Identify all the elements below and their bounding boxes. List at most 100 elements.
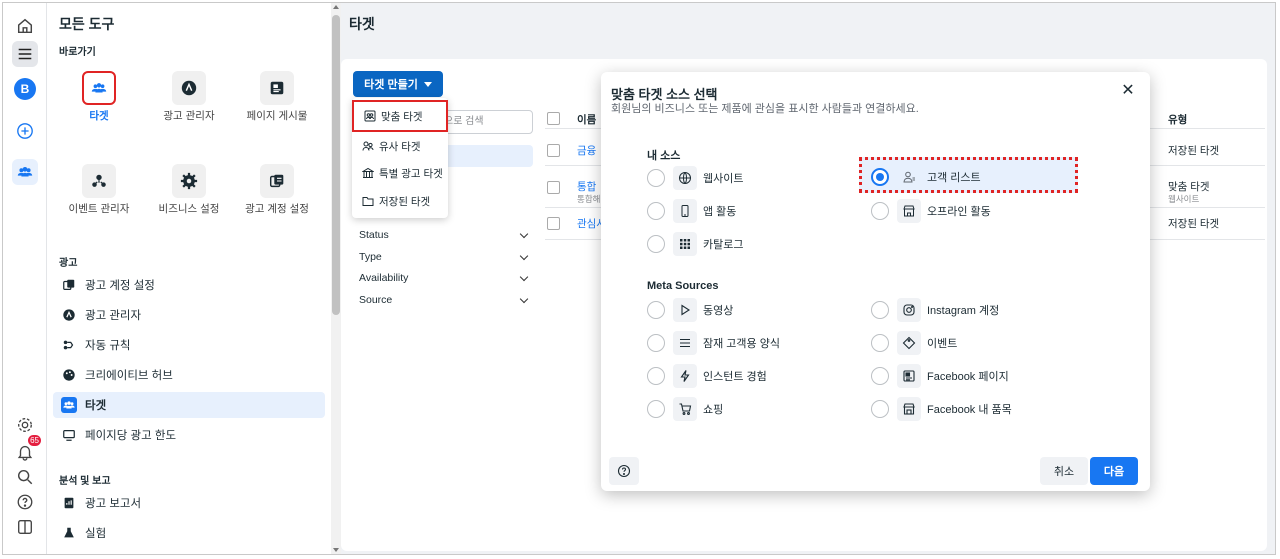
custom-audience-source-dialog: 맞춤 타겟 소스 선택 회원님의 비즈니스 또는 제품에 관심을 표시한 사람들… xyxy=(601,72,1150,491)
radio-button[interactable] xyxy=(871,334,889,352)
radio-button[interactable] xyxy=(871,202,889,220)
automated-rules-icon xyxy=(61,337,77,353)
source-option-facebook-page[interactable]: Facebook 페이지 xyxy=(871,362,1009,390)
search-icon[interactable] xyxy=(12,464,38,490)
table-row-type-sub: 웹사이트 xyxy=(1168,194,1200,204)
menu-item-lookalike-audience[interactable]: 유사 타겟 xyxy=(352,134,448,158)
nav-experiments[interactable]: 실험 xyxy=(53,520,325,546)
shortcut-page-posts[interactable]: 페이지 게시물 xyxy=(237,71,317,123)
source-option-instant-experience[interactable]: 인스턴트 경험 xyxy=(647,362,767,390)
shortcut-events-manager[interactable]: 이벤트 관리자 xyxy=(59,164,139,216)
ads-manager-icon xyxy=(172,71,206,105)
source-option-website[interactable]: 웹사이트 xyxy=(647,164,743,192)
source-option-shopping[interactable]: 쇼핑 xyxy=(647,395,723,423)
radio-button[interactable] xyxy=(871,400,889,418)
radio-button[interactable] xyxy=(647,334,665,352)
create-audience-button[interactable]: 타겟 만들기 xyxy=(353,71,443,97)
filter-status[interactable]: Status xyxy=(359,229,529,241)
row-checkbox[interactable] xyxy=(547,181,560,194)
row-checkbox[interactable] xyxy=(547,144,560,157)
source-option-marketplace-listings[interactable]: Facebook 내 품목 xyxy=(871,395,1012,423)
home-icon[interactable] xyxy=(12,13,38,39)
nav-automated-rules[interactable]: 자동 규칙 xyxy=(53,332,325,358)
scroll-thumb[interactable] xyxy=(332,15,340,315)
radio-button-selected[interactable] xyxy=(871,168,889,186)
source-option-customer-list[interactable]: 고객 리스트 xyxy=(871,163,981,191)
filter-type[interactable]: Type xyxy=(359,251,529,263)
select-all-checkbox[interactable] xyxy=(547,112,560,125)
source-option-events[interactable]: 이벤트 xyxy=(871,329,957,357)
radio-button[interactable] xyxy=(647,301,665,319)
catalog-icon xyxy=(673,232,697,256)
left-rail: B 65 xyxy=(3,3,47,554)
scroll-up-icon[interactable] xyxy=(333,5,339,9)
help-icon[interactable] xyxy=(12,489,38,515)
chevron-down-icon xyxy=(519,272,529,281)
chevron-down-icon xyxy=(519,294,529,303)
notifications-icon[interactable]: 65 xyxy=(12,435,41,465)
table-row-name[interactable]: 금융 xyxy=(577,143,596,158)
radio-button[interactable] xyxy=(871,301,889,319)
column-type-header: 유형 xyxy=(1168,114,1188,126)
shortcut-audience[interactable]: 타겟 xyxy=(59,71,139,123)
scroll-down-icon[interactable] xyxy=(333,548,339,552)
lightning-icon xyxy=(673,364,697,388)
nav-ad-limits-per-page[interactable]: 페이지당 광고 한도 xyxy=(53,422,325,448)
radio-button[interactable] xyxy=(647,235,665,253)
nav-audiences[interactable]: 타겟 xyxy=(53,392,325,418)
create-icon[interactable] xyxy=(12,118,38,144)
source-option-app-activity[interactable]: 앱 활동 xyxy=(647,197,736,225)
caret-down-icon xyxy=(423,81,432,87)
nav-ads-reporting[interactable]: 광고 보고서 xyxy=(53,490,325,516)
shortcut-ads-manager[interactable]: 광고 관리자 xyxy=(149,71,229,123)
shortcut-business-settings[interactable]: 비즈니스 설정 xyxy=(149,164,229,216)
radio-button[interactable] xyxy=(647,367,665,385)
cancel-button[interactable]: 취소 xyxy=(1040,457,1088,485)
all-tools-panel: 모든 도구 바로가기 타겟 광고 관리자 페이지 게시물 이벤트 관리자 비즈니… xyxy=(47,3,341,554)
table-row-type: 저장된 타겟 xyxy=(1168,218,1220,230)
facebook-page-icon xyxy=(897,364,921,388)
filter-availability[interactable]: Availability xyxy=(359,272,529,284)
source-option-offline-activity[interactable]: 오프라인 활동 xyxy=(871,197,991,225)
panel-scrollbar[interactable] xyxy=(331,3,341,554)
radio-button[interactable] xyxy=(647,169,665,187)
chevron-down-icon xyxy=(519,251,529,260)
radio-button[interactable] xyxy=(647,202,665,220)
nav-ad-account-settings[interactable]: 광고 계정 설정 xyxy=(53,272,325,298)
radio-button[interactable] xyxy=(647,400,665,418)
filter-source[interactable]: Source xyxy=(359,294,529,306)
source-option-catalog[interactable]: 카탈로그 xyxy=(647,230,743,258)
cart-icon xyxy=(673,397,697,421)
report-icon xyxy=(61,495,77,511)
menu-icon[interactable] xyxy=(12,41,38,67)
monitor-icon xyxy=(61,427,77,443)
ad-account-settings-icon xyxy=(260,164,294,198)
panel-title: 모든 도구 xyxy=(59,16,115,32)
page-posts-icon xyxy=(260,71,294,105)
source-option-video[interactable]: 동영상 xyxy=(647,296,733,324)
nav-creative-hub[interactable]: 크리에이티브 허브 xyxy=(53,362,325,388)
radio-button[interactable] xyxy=(871,367,889,385)
page-title: 타겟 xyxy=(349,16,375,32)
row-checkbox[interactable] xyxy=(547,217,560,230)
close-icon[interactable]: ✕ xyxy=(1120,83,1136,99)
chevron-down-icon xyxy=(519,229,529,238)
next-button[interactable]: 다음 xyxy=(1090,457,1138,485)
help-button[interactable] xyxy=(609,457,639,485)
menu-item-saved-audience[interactable]: 저장된 타겟 xyxy=(352,189,448,213)
nav-ads-manager[interactable]: 광고 관리자 xyxy=(53,302,325,328)
source-option-lead-form[interactable]: 잠재 고객용 양식 xyxy=(647,329,780,357)
panel-toggle-icon[interactable] xyxy=(12,514,38,540)
menu-item-special-ad-audience[interactable]: 특별 광고 타겟 xyxy=(352,161,448,185)
ad-account-settings-icon xyxy=(61,277,77,293)
audience-rail-icon[interactable] xyxy=(12,159,38,185)
account-avatar[interactable]: B xyxy=(14,78,36,100)
table-row-name[interactable]: 통합 xyxy=(577,179,596,194)
shortcut-ad-account-settings[interactable]: 광고 계정 설정 xyxy=(237,164,317,216)
palette-icon xyxy=(61,367,77,383)
gear-icon xyxy=(172,164,206,198)
audience-icon xyxy=(82,71,116,105)
source-option-instagram-account[interactable]: Instagram 계정 xyxy=(871,296,999,324)
menu-item-custom-audience[interactable]: 맞춤 타겟 xyxy=(352,100,448,132)
meta-sources-heading: Meta Sources xyxy=(647,280,719,292)
